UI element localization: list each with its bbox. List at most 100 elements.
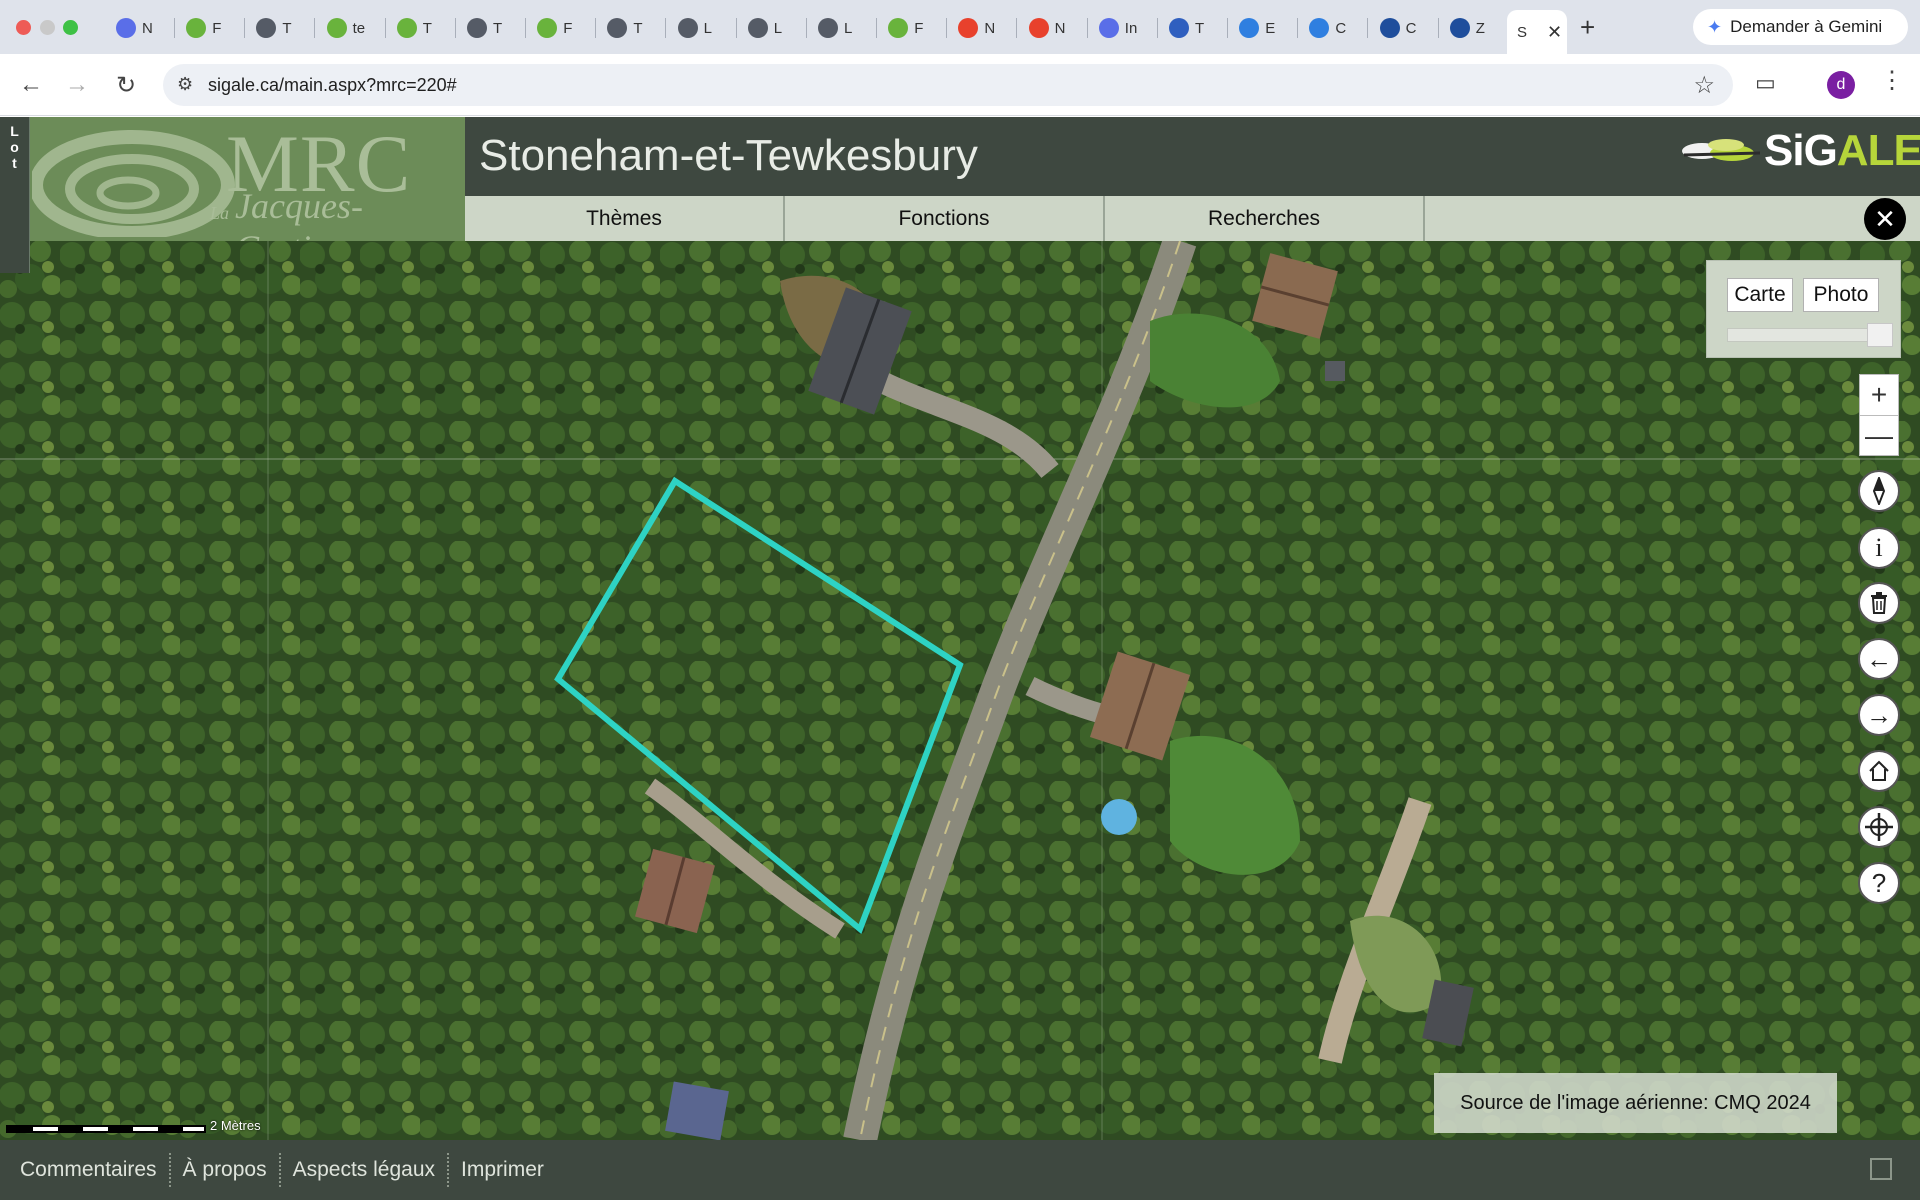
forward-arrow-icon[interactable]: → [1858,694,1900,736]
basemap-photo-button[interactable]: Photo [1803,278,1879,312]
tab-label: L [773,19,783,37]
tab-separator [1086,18,1088,38]
tab-favicon-icon [747,18,768,38]
forward-arrow-icon[interactable]: → [60,68,94,102]
tab-active[interactable]: S ✕ [1507,10,1567,54]
gemini-button[interactable]: ✦ Demander à Gemini [1693,9,1908,45]
browser-tab[interactable]: Z [1440,12,1504,44]
tab-label: te [352,19,366,37]
browser-tab[interactable]: N [106,12,170,44]
locate-crosshair-icon[interactable] [1858,806,1900,848]
opacity-slider[interactable] [1727,323,1893,347]
zoom-window-button[interactable] [63,20,78,35]
footer-link-a-propos[interactable]: À propos [171,1153,281,1187]
browser-tab[interactable]: C [1370,12,1434,44]
reload-icon[interactable]: ↻ [109,68,143,102]
tab-label: L [703,19,712,37]
north-compass-icon[interactable] [1858,470,1900,512]
minimize-window-button[interactable] [40,20,55,35]
tab-label: F [212,19,222,37]
tab-label: N [984,19,996,37]
browser-tab[interactable]: F [878,12,942,44]
close-window-button[interactable] [16,20,31,35]
zoom-out-button[interactable]: — [1860,415,1898,455]
tab-favicon-icon [326,18,347,38]
main-menu: Thèmes Fonctions Recherches [465,196,1920,241]
opacity-slider-thumb[interactable] [1867,323,1893,347]
logo-jacques-cartier-text: Jacques-Cartier [235,186,363,241]
back-arrow-icon[interactable]: ← [14,68,48,102]
browser-tab[interactable]: T [387,12,451,44]
tab-separator [314,18,316,38]
close-icon[interactable]: ✕ [1864,198,1906,240]
lot-panel-tab[interactable]: L o t [0,117,30,273]
menu-fonctions[interactable]: Fonctions [785,196,1105,241]
resize-icon[interactable] [1870,1158,1892,1180]
browser-tab[interactable]: C [1299,12,1363,44]
map-view[interactable] [0,241,1920,1140]
tab-separator [454,18,456,38]
tab-separator [876,18,877,38]
lot-letter: L [10,123,19,139]
browser-tab[interactable]: F [176,12,240,44]
browser-tab[interactable]: L [808,12,872,44]
back-arrow-icon[interactable]: ← [1858,638,1900,680]
browser-tab[interactable]: N [948,12,1012,44]
close-tab-icon[interactable]: ✕ [1547,22,1562,43]
trash-icon[interactable] [1858,582,1900,624]
tab-label: L [844,19,853,37]
gemini-label: Demander à Gemini [1730,17,1883,36]
new-tab-button[interactable]: + [1580,12,1595,43]
tab-separator [595,18,597,38]
cast-icon[interactable]: ▭ [1755,70,1776,96]
tab-label: In [1124,19,1138,37]
help-icon[interactable]: ? [1858,862,1900,904]
menu-recherches[interactable]: Recherches [1105,196,1425,241]
bookmark-star-icon[interactable]: ☆ [1693,71,1715,100]
lot-letter: o [10,139,19,155]
footer-link-aspects-legaux[interactable]: Aspects légaux [281,1153,450,1187]
lot-letter: t [12,155,17,171]
browser-tab[interactable]: E [1229,12,1293,44]
tab-label: T [422,19,432,37]
browser-tab[interactable]: T [457,12,521,44]
logo-la-text: La [210,203,230,223]
tab-label: C [1335,19,1347,37]
profile-avatar[interactable]: d [1827,71,1855,99]
tab-separator [384,18,386,38]
browser-tab[interactable]: L [668,12,732,44]
info-icon[interactable]: i [1858,527,1900,569]
menu-themes[interactable]: Thèmes [465,196,785,241]
browser-tab[interactable]: T [597,12,661,44]
tab-favicon-icon [888,18,909,38]
basemap-carte-button[interactable]: Carte [1727,278,1793,312]
footer-link-imprimer[interactable]: Imprimer [449,1153,556,1187]
browser-tab[interactable]: L [738,12,802,44]
tab-label: T [282,19,292,37]
sigale-logo: SiGALE [1680,126,1920,176]
tab-favicon-icon [1028,18,1049,38]
zoom-in-button[interactable]: + [1860,375,1898,415]
browser-tab[interactable]: T [1159,12,1223,44]
tab-separator [946,18,948,38]
tab-favicon-icon [1239,18,1260,38]
browser-tab[interactable]: N [1019,12,1083,44]
browser-tab[interactable]: In [1089,12,1153,44]
tab-label: C [1405,19,1417,37]
tab-separator [1297,18,1299,38]
tab-favicon-icon [186,18,207,38]
browser-tab[interactable]: te [317,12,381,44]
browser-tab[interactable]: T [246,12,310,44]
footer-link-commentaires[interactable]: Commentaires [8,1153,171,1187]
tab-label: F [914,19,924,37]
tab-separator [665,18,667,38]
tab-separator [735,18,737,38]
home-icon[interactable] [1858,750,1900,792]
tab-favicon-icon [1169,18,1189,38]
tab-label: T [1195,19,1205,37]
site-settings-icon[interactable]: ⚙ [177,74,193,95]
browser-menu-icon[interactable]: ⋮ [1880,66,1904,95]
browser-tab[interactable]: F [527,12,591,44]
mrc-logo: MRC La Jacques-Cartier [30,117,465,241]
address-bar[interactable]: ⚙ sigale.ca/main.aspx?mrc=220# ☆ [163,64,1733,106]
